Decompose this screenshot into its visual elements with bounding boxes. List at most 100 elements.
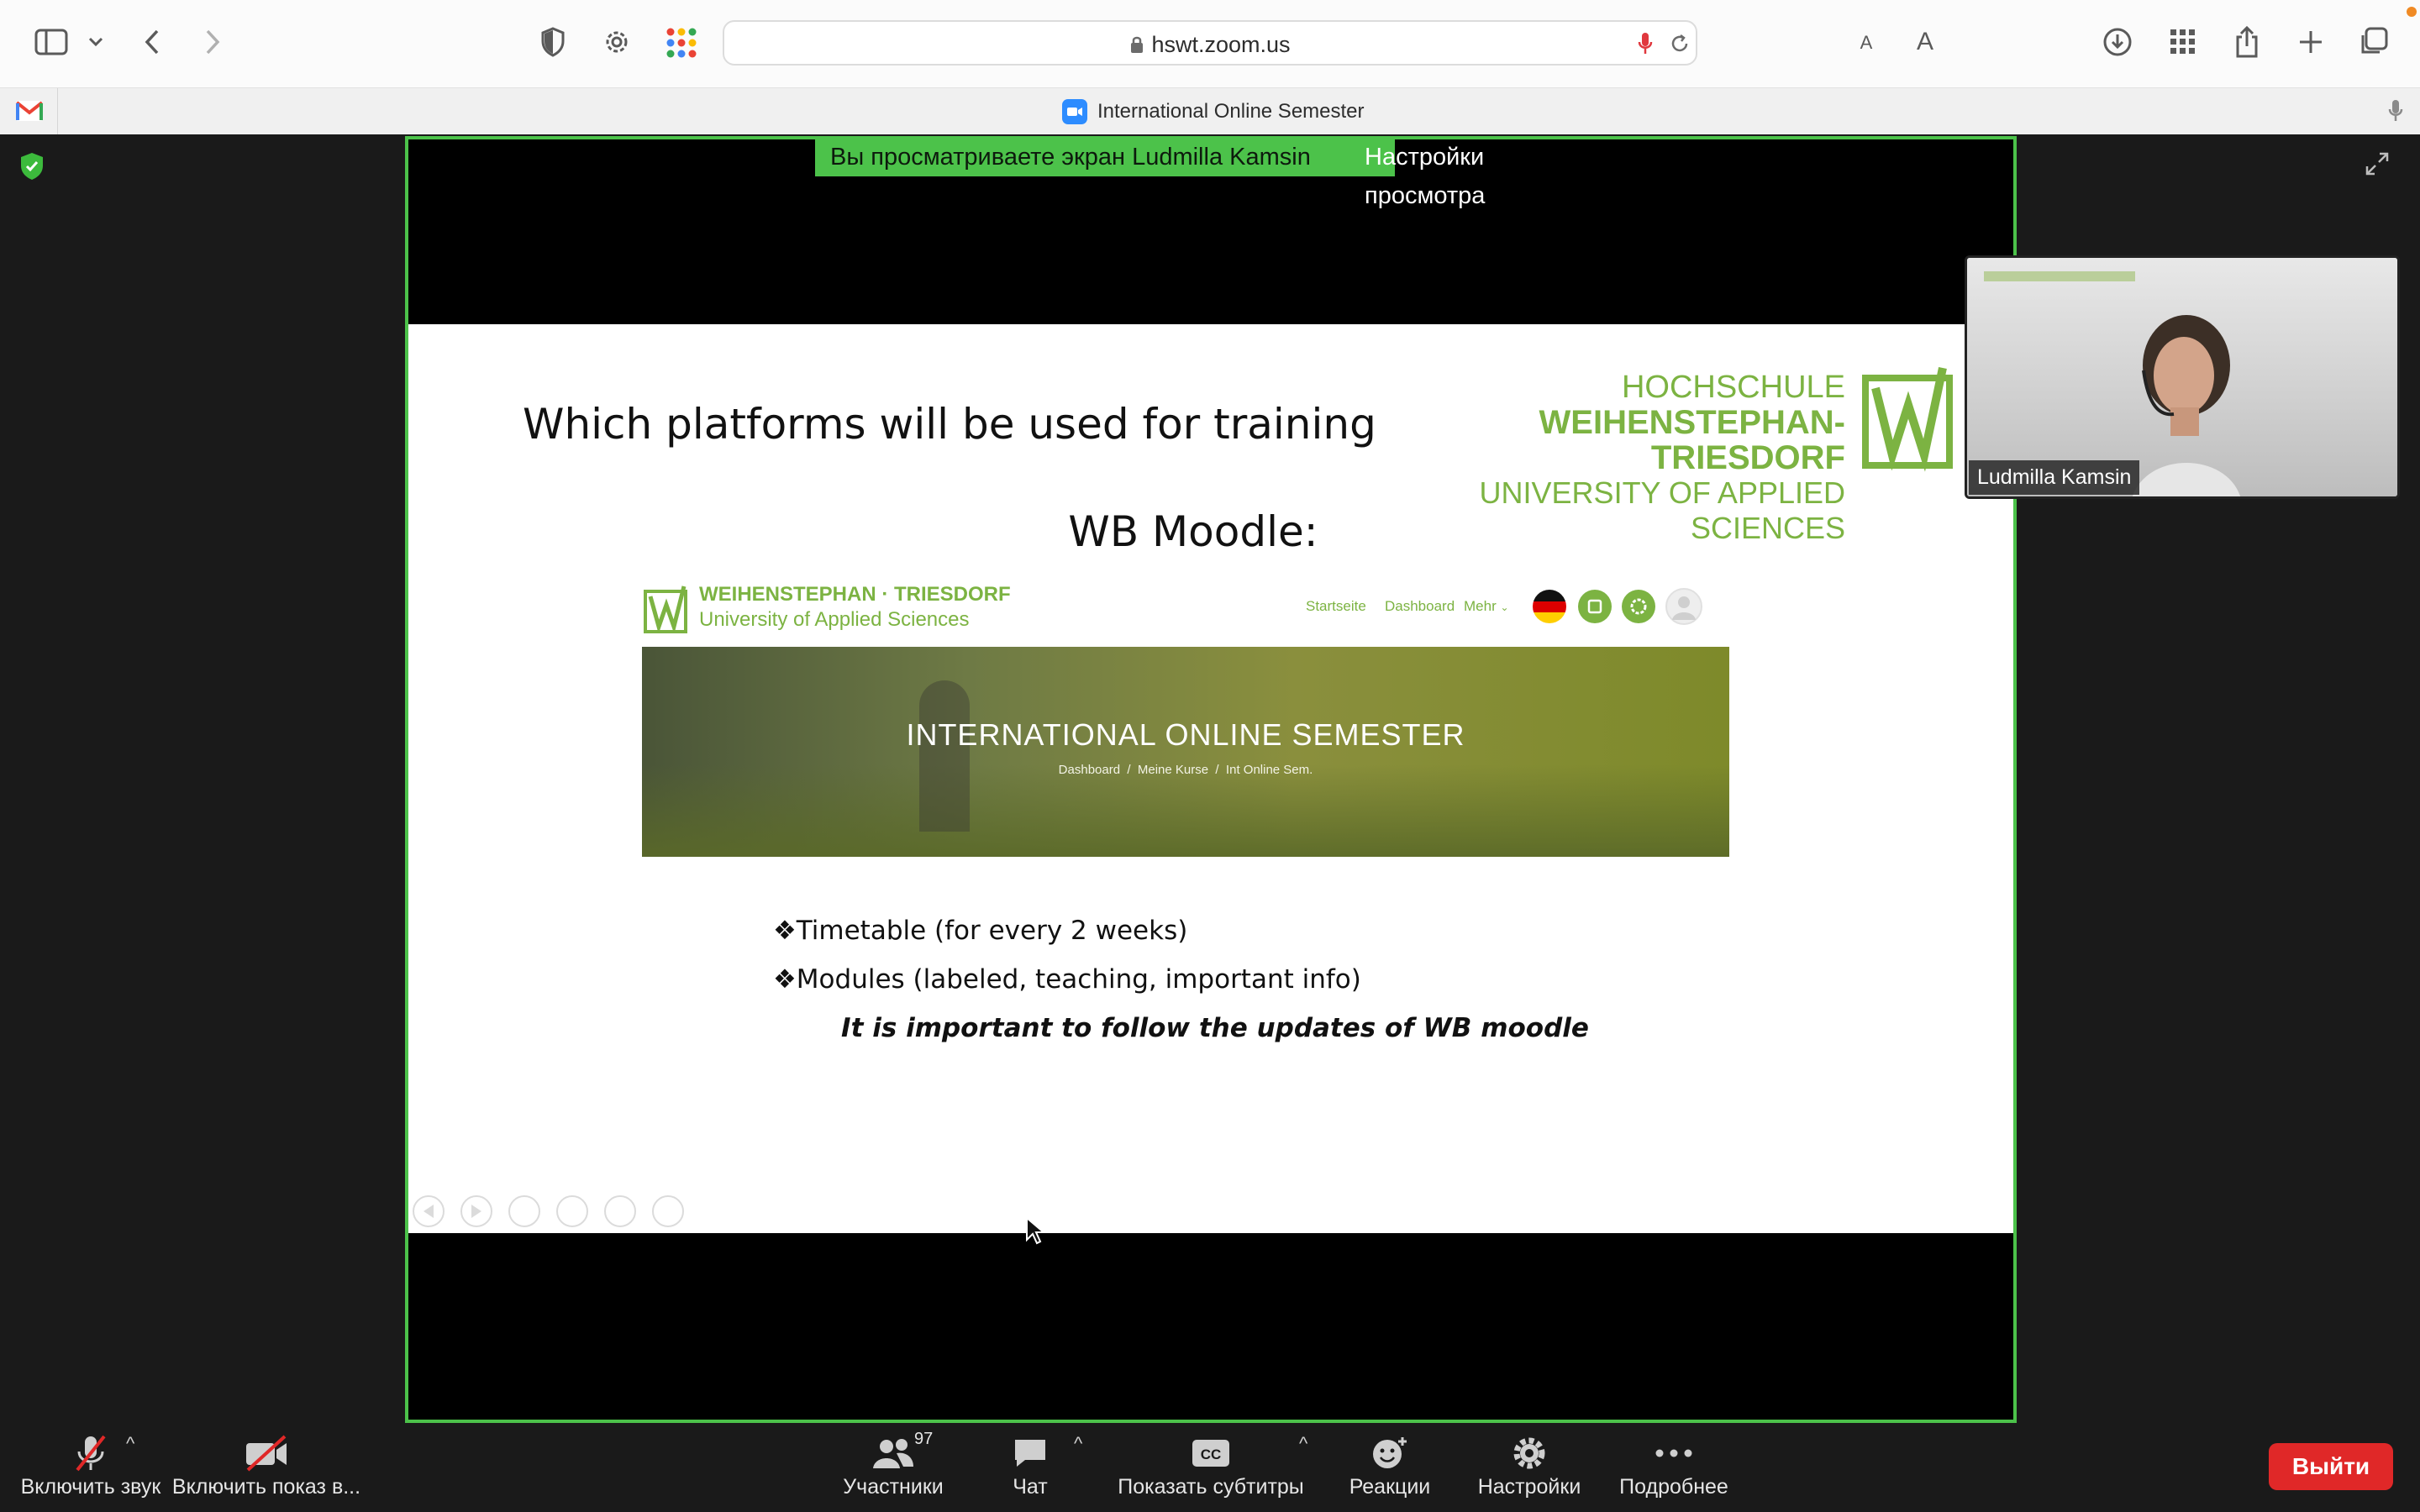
logo-line-2: WEIHENSTEPHAN-TRIESDORF bbox=[1539, 404, 1845, 476]
microphone-indicator-icon bbox=[2388, 98, 2405, 125]
chevron-down-icon: ⌄ bbox=[1500, 601, 1509, 613]
shared-slide: Which platforms will be used for trainin… bbox=[408, 324, 2013, 1233]
chat-label: Чат bbox=[1013, 1475, 1048, 1499]
show-captions-button[interactable]: CC Показать субтитры bbox=[1114, 1431, 1307, 1499]
participant-avatar bbox=[2123, 307, 2249, 496]
tab-overview-icon[interactable] bbox=[2356, 25, 2390, 59]
reactions-smiley-icon bbox=[1341, 1431, 1439, 1475]
moodle-header: WEIHENSTEPHAN · TRIESDORF University of … bbox=[642, 578, 1734, 645]
participants-count: 97 bbox=[914, 1430, 934, 1448]
reactions-label: Реакции bbox=[1349, 1475, 1431, 1499]
grid-icon[interactable] bbox=[2166, 25, 2200, 59]
start-video-label: Включить показ в... bbox=[171, 1475, 361, 1499]
background-logo-strip bbox=[1984, 271, 2135, 281]
moodle-nav-mehr-label: Mehr bbox=[1464, 598, 1497, 614]
chat-button[interactable]: Чат bbox=[997, 1431, 1064, 1499]
participants-label: Участники bbox=[843, 1475, 944, 1499]
font-decrease-button[interactable]: A bbox=[1855, 29, 1877, 57]
chat-icon bbox=[997, 1431, 1064, 1475]
start-video-button[interactable]: Включить показ в... bbox=[171, 1431, 361, 1499]
participant-video-tile[interactable]: Ludmilla Kamsin bbox=[1965, 255, 2400, 499]
audio-options-caret-icon[interactable]: ^ bbox=[126, 1433, 134, 1455]
more-label: Подробнее bbox=[1619, 1475, 1728, 1499]
more-button[interactable]: Подробнее bbox=[1617, 1431, 1731, 1499]
bullet-item-modules: ❖Modules (labeled, teaching, important i… bbox=[773, 964, 1361, 995]
forward-arrow-icon[interactable] bbox=[200, 25, 225, 59]
settings-gear-icon[interactable] bbox=[600, 25, 634, 59]
participants-icon: 97 bbox=[839, 1430, 948, 1475]
reload-icon[interactable] bbox=[1667, 30, 1692, 57]
pen-icon bbox=[508, 1195, 540, 1227]
participant-name-label: Ludmilla Kamsin bbox=[1969, 460, 2140, 495]
font-increase-button[interactable]: A bbox=[1912, 25, 1938, 59]
settings-button[interactable]: Настройки bbox=[1470, 1431, 1588, 1499]
german-flag-icon[interactable] bbox=[1533, 590, 1566, 623]
chat-options-caret-icon[interactable]: ^ bbox=[1074, 1433, 1082, 1455]
address-bar[interactable]: hswt.zoom.us bbox=[723, 20, 1697, 66]
reactions-button[interactable]: Реакции bbox=[1341, 1431, 1439, 1499]
bullet-text: Modules (labeled, teaching, important in… bbox=[796, 964, 1361, 995]
more-options-icon bbox=[652, 1195, 684, 1227]
privacy-shield-icon[interactable] bbox=[538, 25, 568, 59]
tab-active[interactable]: International Online Semester bbox=[1062, 98, 1365, 125]
zoom-icon bbox=[604, 1195, 636, 1227]
sidebar-toggle-icon[interactable] bbox=[32, 25, 71, 59]
moodle-hero-banner: INTERNATIONAL ONLINE SEMESTER Dashboard … bbox=[642, 647, 1729, 857]
share-icon[interactable] bbox=[2232, 24, 2262, 60]
mouse-cursor-icon bbox=[1025, 1216, 1045, 1245]
fullscreen-icon[interactable] bbox=[2365, 151, 2391, 178]
lock-icon bbox=[1129, 34, 1144, 55]
tab-bar: International Online Semester bbox=[0, 87, 2420, 136]
settings-label: Настройки bbox=[1477, 1475, 1581, 1499]
closed-captions-icon: CC bbox=[1114, 1431, 1307, 1475]
moodle-brand-line-1: WEIHENSTEPHAN · TRIESDORF bbox=[699, 583, 1011, 606]
svg-text:CC: CC bbox=[1201, 1446, 1222, 1462]
bullet-item-timetable: ❖Timetable (for every 2 weeks) bbox=[773, 916, 1187, 946]
url-text: hswt.zoom.us bbox=[724, 32, 1696, 58]
unmute-button[interactable]: Включить звук bbox=[15, 1431, 166, 1499]
moodle-breadcrumb: Dashboard / Meine Kurse / Int Online Sem… bbox=[1058, 763, 1313, 777]
show-captions-label: Показать субтитры bbox=[1118, 1475, 1304, 1499]
university-logo-mark bbox=[1862, 363, 1954, 472]
moodle-nav-dashboard[interactable]: Dashboard bbox=[1385, 598, 1455, 615]
downloads-icon[interactable] bbox=[2101, 25, 2134, 59]
microphone-muted-icon bbox=[15, 1431, 166, 1475]
settings-gear-icon bbox=[1470, 1431, 1588, 1475]
microphone-icon[interactable] bbox=[1634, 30, 1657, 57]
leave-meeting-button[interactable]: Выйти bbox=[2269, 1443, 2393, 1490]
logo-line-1: HOCHSCHULE bbox=[1621, 370, 1845, 405]
back-arrow-icon[interactable] bbox=[139, 25, 165, 59]
important-note: It is important to follow the updates of… bbox=[841, 1013, 1589, 1043]
slides-icon bbox=[556, 1195, 588, 1227]
screen-share-banner: Вы просматриваете экран Ludmilla Kamsin bbox=[815, 138, 1395, 176]
slide-title: Which platforms will be used for trainin… bbox=[523, 400, 1376, 449]
bullet-symbol: ❖ bbox=[773, 964, 797, 995]
view-settings-button[interactable]: Настройки просмотра bbox=[1353, 138, 1605, 209]
new-tab-plus-icon[interactable] bbox=[2294, 25, 2328, 59]
moodle-edit-icon[interactable] bbox=[1578, 590, 1612, 623]
moodle-nav-mehr[interactable]: Mehr ⌄ bbox=[1464, 598, 1509, 615]
moodle-brand-line-2: University of Applied Sciences bbox=[699, 608, 970, 631]
unmute-label: Включить звук bbox=[20, 1475, 161, 1499]
bullet-text: Timetable (for every 2 weeks) bbox=[796, 916, 1188, 946]
participants-button[interactable]: 97 Участники bbox=[839, 1430, 948, 1499]
moodle-settings-gear-icon[interactable] bbox=[1622, 590, 1655, 623]
slide-subtitle: WB Moodle: bbox=[1068, 507, 1318, 556]
tab-title: International Online Semester bbox=[1097, 100, 1365, 123]
apps-grid-icon[interactable] bbox=[664, 25, 699, 60]
zoom-camera-icon bbox=[1062, 99, 1087, 124]
meeting-controls-bar: Включить звук ^ Включить показ в... 97 У… bbox=[0, 1425, 2420, 1512]
moodle-nav-startseite[interactable]: Startseite bbox=[1306, 598, 1366, 615]
moodle-user-avatar[interactable] bbox=[1665, 588, 1702, 625]
video-off-icon bbox=[171, 1431, 361, 1475]
chevron-down-icon[interactable] bbox=[84, 30, 108, 54]
pinned-tab[interactable] bbox=[0, 88, 58, 135]
presentation-controls bbox=[410, 1194, 763, 1228]
bullet-symbol: ❖ bbox=[773, 916, 797, 946]
url-label: hswt.zoom.us bbox=[1151, 32, 1291, 57]
encryption-shield-icon[interactable] bbox=[18, 151, 45, 181]
download-indicator-dot bbox=[2407, 7, 2417, 17]
browser-toolbar: hswt.zoom.us A A bbox=[0, 0, 2420, 87]
moodle-hero-title: INTERNATIONAL ONLINE SEMESTER bbox=[906, 717, 1465, 752]
captions-options-caret-icon[interactable]: ^ bbox=[1299, 1433, 1307, 1455]
